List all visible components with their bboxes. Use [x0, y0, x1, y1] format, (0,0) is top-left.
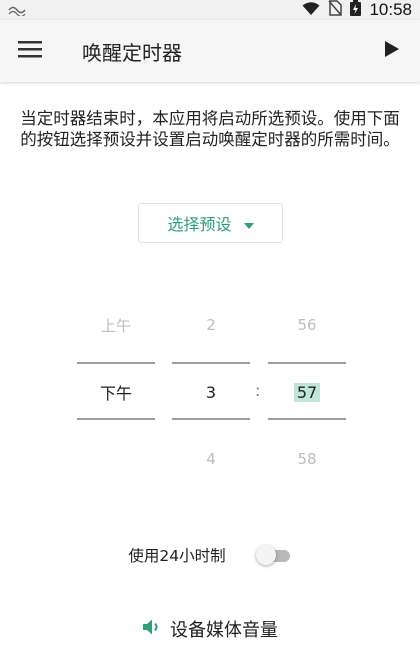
hour-selected[interactable]: 3 [172, 380, 250, 404]
select-preset-label: 选择预设 [167, 215, 232, 234]
use-24h-row: 使用24小时制 [0, 540, 420, 570]
start-timer-button[interactable] [364, 20, 420, 82]
switch-thumb[interactable] [255, 545, 276, 565]
status-time: 10:58 [369, 0, 412, 19]
media-volume-button[interactable]: 设备媒体音量 [0, 614, 420, 644]
select-preset-button[interactable]: 选择预设 [138, 203, 283, 243]
hour-next[interactable]: 4 [172, 447, 250, 471]
minute-divider-bottom [268, 418, 346, 420]
ampm-divider-bottom [77, 418, 155, 420]
no-sim-icon [328, 0, 343, 20]
status-bar: 10:58 [0, 0, 420, 20]
status-left [8, 1, 28, 20]
ampm-divider-top [77, 362, 155, 364]
app-bar: 唤醒定时器 [0, 20, 420, 82]
minute-divider-top [268, 362, 346, 364]
minute-next[interactable]: 58 [268, 447, 346, 471]
minute-selected[interactable]: 57 [293, 382, 321, 402]
play-icon [384, 40, 400, 62]
minute-picker[interactable]: 56 57 58 [268, 313, 346, 471]
wifi-icon [302, 1, 320, 20]
hour-divider-bottom [172, 418, 250, 420]
minute-prev[interactable]: 56 [268, 313, 346, 337]
menu-button[interactable] [2, 20, 58, 82]
status-right: 10:58 [302, 0, 412, 20]
ampm-picker[interactable]: 上午 下午 [77, 313, 155, 471]
description-text: 当定时器结束时，本应用将启动所选预设。使用下面的按钮选择预设并设置启动唤醒定时器… [20, 109, 400, 149]
media-volume-label: 设备媒体音量 [170, 620, 278, 641]
minute-selected-cell[interactable]: 57 [268, 380, 346, 404]
page-title: 唤醒定时器 [82, 40, 182, 65]
hour-prev[interactable]: 2 [172, 313, 250, 337]
use-24h-switch[interactable] [255, 544, 292, 566]
hamburger-menu-icon [18, 40, 42, 62]
ampm-prev[interactable]: 上午 [77, 313, 155, 337]
dropdown-arrow-icon [243, 214, 254, 233]
hour-divider-top [172, 362, 250, 364]
battery-charging-icon [350, 0, 362, 20]
hour-picker[interactable]: 2 3 4 [172, 313, 250, 471]
use-24h-label: 使用24小时制 [128, 547, 226, 565]
time-separator: : [255, 381, 261, 400]
ampm-next[interactable] [77, 447, 155, 471]
speaker-volume-icon [142, 618, 162, 640]
signal-wave-icon [8, 1, 28, 20]
ampm-selected[interactable]: 下午 [77, 380, 155, 404]
